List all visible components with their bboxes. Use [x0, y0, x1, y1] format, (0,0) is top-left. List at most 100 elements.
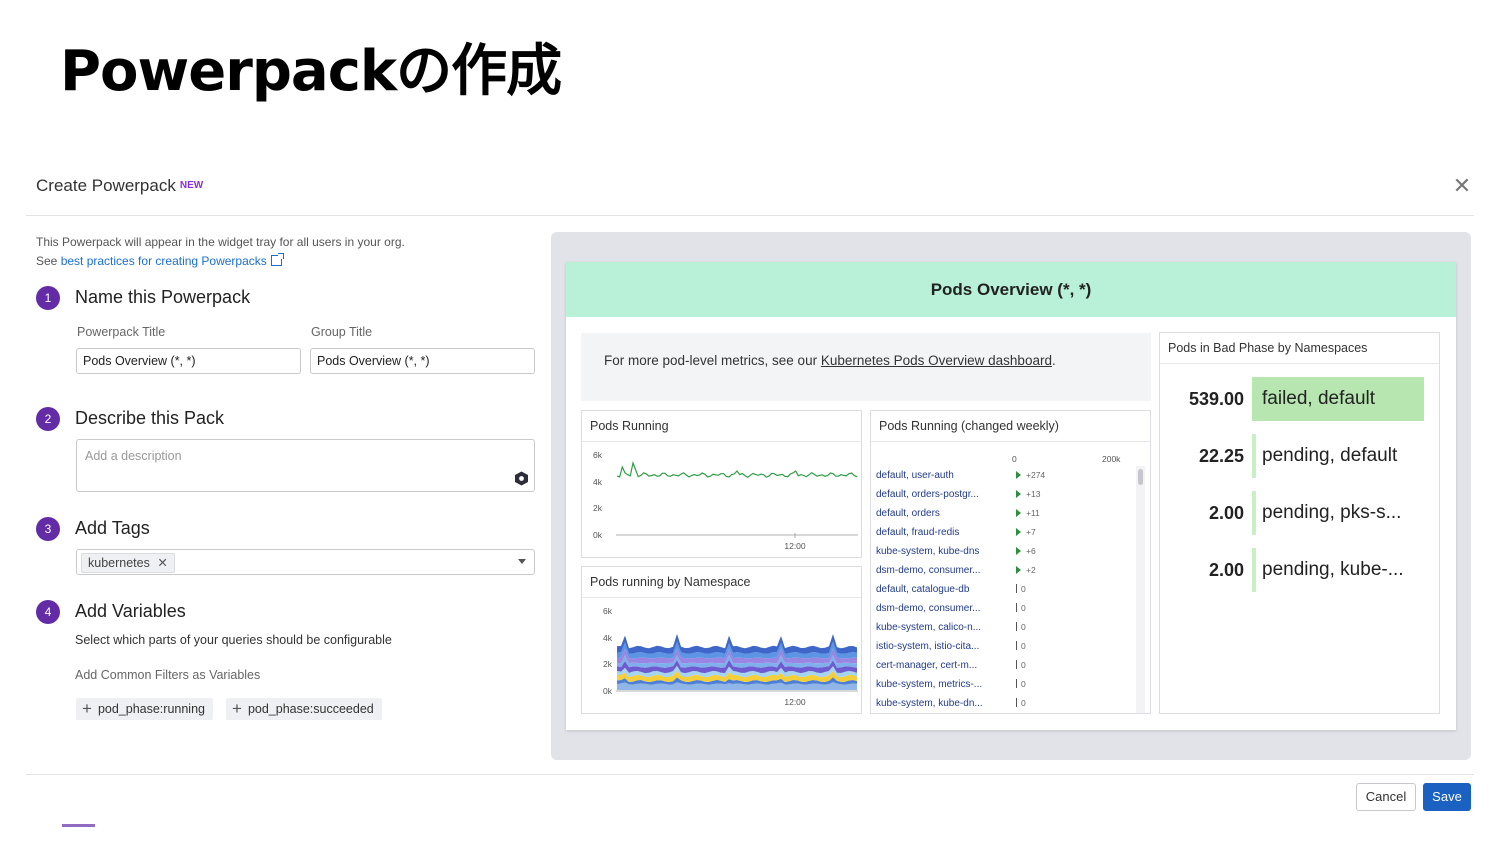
- tag-remove-icon[interactable]: ✕: [157, 556, 167, 570]
- variables-subtitle: Select which parts of your queries shoul…: [75, 633, 392, 647]
- bad-phase-widget: Pods in Bad Phase by Namespaces 539.00 fa…: [1159, 332, 1440, 714]
- pods-running-chart: 6k 4k 2k 0k 12:00: [593, 450, 858, 551]
- modal-title-text: Create Powerpack: [36, 176, 176, 195]
- best-practices-link[interactable]: best practices for creating Powerpacks: [61, 254, 267, 268]
- changed-weekly-row[interactable]: cert-manager, cert-m... 0: [871, 656, 1133, 675]
- change-value: 0: [1021, 622, 1026, 632]
- increase-arrow-icon: [1016, 490, 1021, 498]
- namespace-label: istio-system, istio-cita...: [876, 641, 980, 652]
- pods-running-widget: Pods Running 6k 4k 2k 0k 12:00: [581, 410, 862, 558]
- changed-weekly-row[interactable]: dsm-demo, consumer... 0: [871, 599, 1133, 618]
- filter-label: pod_phase:succeeded: [247, 702, 374, 716]
- change-value: 0: [1021, 660, 1026, 670]
- y-tick: 4k: [593, 477, 603, 487]
- step-1-title: Name this Powerpack: [75, 287, 251, 307]
- bad-phase-row[interactable]: 2.00 pending, kube-...: [1160, 548, 1441, 605]
- add-filter-succeeded[interactable]: + pod_phase:succeeded: [226, 698, 382, 720]
- scrollbar-track[interactable]: [1136, 466, 1145, 713]
- bad-phase-row[interactable]: 539.00 failed, default: [1160, 377, 1441, 434]
- bad-phase-row[interactable]: 22.25 pending, default: [1160, 434, 1441, 491]
- changed-weekly-row[interactable]: istio-system, istio-cita... 0: [871, 637, 1133, 656]
- y-tick: 0k: [603, 686, 613, 696]
- change-value: 0: [1021, 584, 1026, 594]
- y-tick: 4k: [603, 633, 613, 643]
- external-link-icon: [270, 253, 284, 266]
- note-widget: For more pod-level metrics, see our Kube…: [581, 333, 1151, 401]
- change-value: 0: [1021, 698, 1026, 708]
- save-button[interactable]: Save: [1423, 783, 1471, 811]
- group-title-label: Group Title: [311, 325, 373, 339]
- axis-right-label: 200k: [1102, 454, 1121, 464]
- tags-select[interactable]: kubernetes ✕: [76, 549, 535, 575]
- zero-bar: [1016, 698, 1017, 707]
- pods-changed-weekly-widget: Pods Running (changed weekly) 0 200k def…: [870, 410, 1151, 714]
- tag-chip-label: kubernetes: [88, 556, 150, 570]
- intro-see: See: [36, 254, 61, 268]
- bad-phase-value: 539.00: [1188, 389, 1244, 409]
- zero-bar: [1016, 660, 1017, 669]
- chevron-down-icon[interactable]: [518, 559, 526, 564]
- common-filters-label: Add Common Filters as Variables: [75, 668, 261, 682]
- bad-phase-row[interactable]: 2.00 pending, pks-s...: [1160, 491, 1441, 548]
- increase-arrow-icon: [1016, 566, 1021, 574]
- y-tick: 6k: [593, 450, 603, 460]
- step-4-number: 4: [36, 600, 60, 624]
- cancel-button[interactable]: Cancel: [1356, 783, 1416, 811]
- changed-weekly-row[interactable]: kube-system, kube-dn... 0: [871, 694, 1133, 713]
- slide-title: Powerpackの作成: [60, 39, 562, 104]
- namespace-label: dsm-demo, consumer...: [876, 565, 981, 576]
- namespace-label: dsm-demo, consumer...: [876, 603, 981, 614]
- changed-weekly-row[interactable]: default, catalogue-db 0: [871, 580, 1133, 599]
- change-value: 0: [1021, 641, 1026, 651]
- namespace-label: default, orders-postgr...: [876, 489, 979, 500]
- namespace-label: default, fraud-redis: [876, 527, 960, 538]
- x-tick: 12:00: [784, 541, 806, 551]
- description-textarea[interactable]: Add a description: [76, 439, 535, 492]
- x-tick: 12:00: [784, 697, 806, 707]
- changed-weekly-row[interactable]: default, orders +11: [871, 504, 1133, 523]
- powerpack-title-input[interactable]: Pods Overview (*, *): [76, 348, 301, 374]
- changed-weekly-row[interactable]: default, user-auth +274: [871, 466, 1133, 485]
- y-tick: 2k: [593, 503, 603, 513]
- bad-phase-label: pending, kube-...: [1262, 559, 1404, 580]
- note-prefix: For more pod-level metrics, see our: [604, 353, 821, 368]
- header-divider: [26, 215, 1474, 216]
- namespace-label: default, user-auth: [876, 470, 954, 481]
- y-tick: 2k: [603, 659, 613, 669]
- step-1-number: 1: [36, 286, 60, 310]
- note-suffix: .: [1051, 353, 1056, 368]
- changed-weekly-row[interactable]: kube-system, kube-dns +6: [871, 542, 1133, 561]
- add-filter-running[interactable]: + pod_phase:running: [76, 698, 213, 720]
- powerpack-title-label: Powerpack Title: [77, 325, 166, 339]
- plus-icon: +: [82, 699, 92, 718]
- pods-dashboard-link[interactable]: Kubernetes Pods Overview dashboard: [821, 353, 1052, 368]
- widget-title: Pods Running: [582, 411, 861, 442]
- step-3-number: 3: [36, 517, 60, 541]
- change-value: +13: [1026, 489, 1041, 499]
- changed-weekly-row[interactable]: kube-system, metrics-... 0: [871, 675, 1133, 694]
- ai-assist-icon[interactable]: [514, 471, 529, 486]
- changed-weekly-row[interactable]: dsm-demo, consumer... +2: [871, 561, 1133, 580]
- description-placeholder: Add a description: [85, 449, 182, 463]
- namespace-label: default, catalogue-db: [876, 584, 970, 595]
- increase-arrow-icon: [1016, 528, 1021, 536]
- changed-weekly-row[interactable]: default, orders-postgr... +13: [871, 485, 1133, 504]
- intro-see-line: See best practices for creating Powerpac…: [36, 252, 405, 271]
- zero-bar: [1016, 584, 1017, 593]
- tag-chip: kubernetes ✕: [81, 553, 175, 573]
- change-value: +11: [1026, 508, 1040, 518]
- changed-weekly-row[interactable]: default, fraud-redis +7: [871, 523, 1133, 542]
- changed-weekly-list: default, user-auth +274 default, orders-po…: [871, 466, 1133, 713]
- axis-left-label: 0: [1012, 454, 1017, 464]
- change-value: +6: [1026, 546, 1036, 556]
- changed-weekly-row[interactable]: kube-system, calico-n... 0: [871, 618, 1133, 637]
- close-icon[interactable]: ✕: [1450, 174, 1474, 198]
- change-value: 0: [1021, 679, 1026, 689]
- widget-title: Pods Running (changed weekly): [871, 411, 1150, 442]
- bad-phase-value: 22.25: [1198, 446, 1244, 466]
- y-tick: 0k: [593, 530, 603, 540]
- step-4-title: Add Variables: [75, 601, 186, 621]
- scrollbar-thumb[interactable]: [1138, 469, 1143, 485]
- group-title-input[interactable]: Pods Overview (*, *): [310, 348, 535, 374]
- zero-bar: [1016, 641, 1017, 650]
